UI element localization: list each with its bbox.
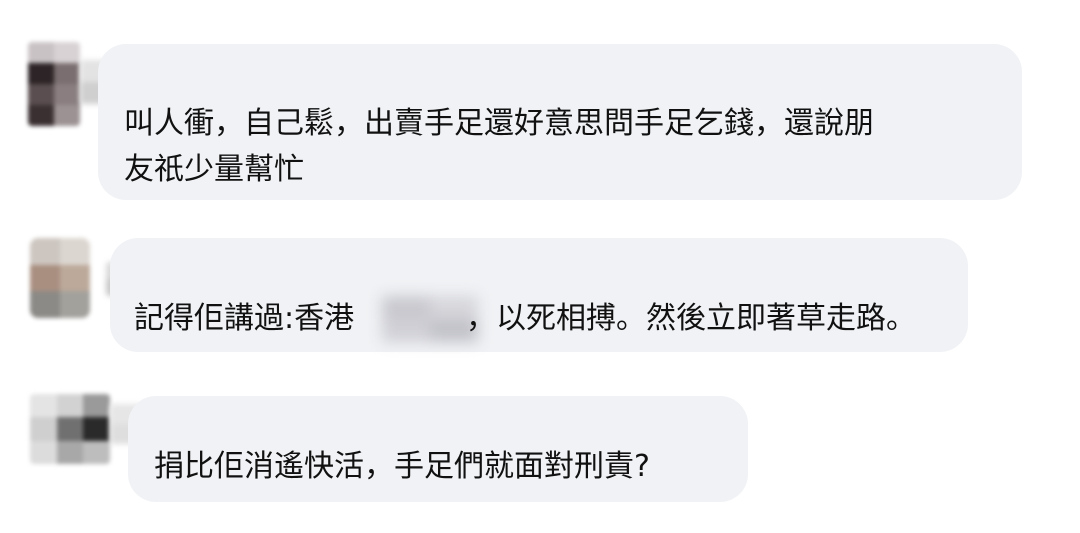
- comment-2-text-after: ，以死相搏。然後立即著草走路。: [466, 301, 916, 336]
- comment-3-avatar[interactable]: [30, 394, 110, 464]
- comment-3-text: 捐比佢消遙快活，手足們就面對刑責?: [154, 449, 650, 484]
- comment-1-text-line-2: 友祇少量幫忙: [124, 152, 304, 187]
- comment-1-text-line-1: 叫人衝，自己鬆，出賣手足還好意思問手足乞錢，還說朋: [124, 106, 874, 141]
- comment-2-text-before: 記得佢講過:香港: [134, 301, 355, 336]
- comment-1-avatar[interactable]: [28, 42, 80, 126]
- comment-thread: 叫人衝，自己鬆，出賣手足還好意思問手足乞錢，還說朋 友祇少量幫忙 記得佢講過:香…: [0, 0, 1080, 533]
- comment-2-avatar[interactable]: [30, 238, 90, 318]
- comment-2-redaction: [382, 296, 478, 342]
